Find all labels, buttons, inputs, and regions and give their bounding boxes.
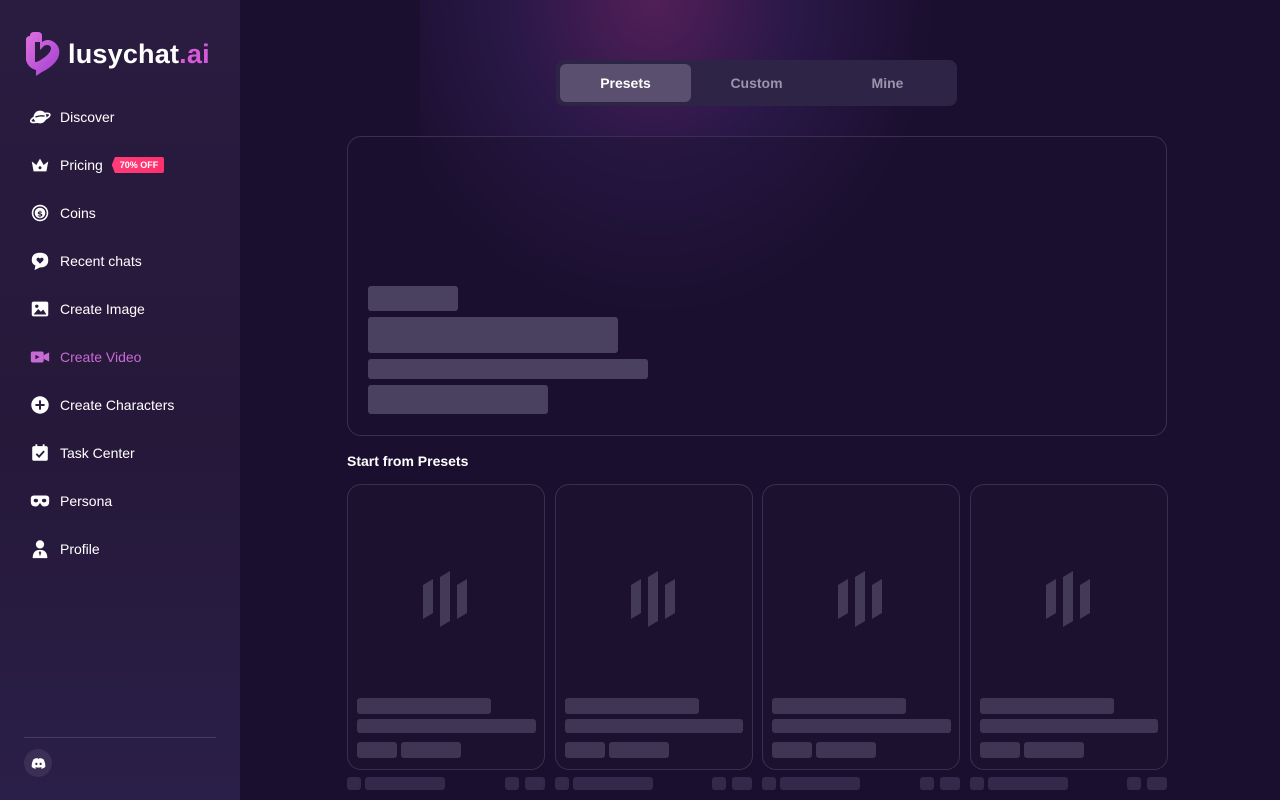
sidebar-item-recent-chats[interactable]: Recent chats <box>0 237 240 285</box>
sidebar-item-persona[interactable]: Persona <box>0 477 240 525</box>
skeleton-line <box>368 317 618 353</box>
skeleton-chip <box>565 742 605 758</box>
sidebar-item-create-video[interactable]: Create Video <box>0 333 240 381</box>
sidebar-item-discover[interactable]: Discover <box>0 93 240 141</box>
calendar-check-icon <box>28 441 52 465</box>
placeholder-logo-icon <box>631 571 675 627</box>
sidebar-item-label: Pricing <box>60 157 103 173</box>
skeleton-line <box>980 719 1158 733</box>
skeleton-chip <box>920 777 934 790</box>
skeleton-chip <box>970 777 984 790</box>
skeleton-chip <box>1024 742 1084 758</box>
sidebar: lusychat.ai Discover Pricing 70% OFF $ C… <box>0 0 240 800</box>
card-meta-skeleton <box>347 777 545 790</box>
skeleton-chip <box>816 742 876 758</box>
skeleton-chip <box>1127 777 1141 790</box>
sidebar-item-coins[interactable]: $ Coins <box>0 189 240 237</box>
main-content: Presets Custom Mine Start from Presets <box>240 0 1280 800</box>
skeleton-chip <box>609 742 669 758</box>
skeleton-chip <box>401 742 461 758</box>
skeleton-chip <box>762 777 776 790</box>
preset-card-skeleton[interactable] <box>555 484 753 770</box>
planet-icon <box>28 105 52 129</box>
tab-custom[interactable]: Custom <box>691 64 822 102</box>
discord-icon <box>31 757 45 769</box>
coin-icon: $ <box>28 201 52 225</box>
skeleton-line <box>780 777 860 790</box>
sidebar-item-label: Profile <box>60 541 100 557</box>
sidebar-item-label: Recent chats <box>60 253 142 269</box>
skeleton-chip <box>555 777 569 790</box>
card-meta-skeleton <box>555 777 753 790</box>
skeleton-line <box>980 698 1114 714</box>
sidebar-item-label: Discover <box>60 109 115 125</box>
skeleton-line <box>357 698 491 714</box>
skeleton-line <box>368 359 648 379</box>
svg-text:$: $ <box>37 209 43 219</box>
card-meta-skeleton <box>762 777 960 790</box>
skeleton-chip <box>347 777 361 790</box>
crown-icon <box>28 153 52 177</box>
logo[interactable]: lusychat.ai <box>24 32 210 76</box>
sidebar-item-create-image[interactable]: Create Image <box>0 285 240 333</box>
tab-mine[interactable]: Mine <box>822 64 953 102</box>
skeleton-chip <box>980 742 1020 758</box>
sidebar-item-label: Task Center <box>60 445 135 461</box>
logo-heart-icon <box>26 32 60 76</box>
image-icon <box>28 297 52 321</box>
sidebar-item-label: Create Video <box>60 349 142 365</box>
skeleton-line <box>357 719 536 733</box>
section-title: Start from Presets <box>347 453 469 469</box>
placeholder-logo-icon <box>1046 571 1090 627</box>
skeleton-line <box>565 719 743 733</box>
sidebar-item-profile[interactable]: Profile <box>0 525 240 573</box>
placeholder-logo-icon <box>838 571 882 627</box>
sidebar-item-label: Create Characters <box>60 397 175 413</box>
sidebar-divider <box>24 737 216 738</box>
hero-banner-skeleton <box>347 136 1167 436</box>
tab-bar: Presets Custom Mine <box>556 60 957 106</box>
discord-button[interactable] <box>24 749 52 777</box>
chat-heart-icon <box>28 249 52 273</box>
sidebar-item-task-center[interactable]: Task Center <box>0 429 240 477</box>
skeleton-chip <box>712 777 726 790</box>
skeleton-chip <box>357 742 397 758</box>
skeleton-line <box>573 777 653 790</box>
skeleton-line <box>368 385 548 414</box>
skeleton-chip <box>1147 777 1167 790</box>
preset-card-skeleton[interactable] <box>970 484 1168 770</box>
skeleton-chip <box>505 777 519 790</box>
skeleton-chip <box>772 742 812 758</box>
sidebar-nav: Discover Pricing 70% OFF $ Coins Recent … <box>0 93 240 573</box>
skeleton-chip <box>732 777 752 790</box>
skeleton-line <box>365 777 445 790</box>
preset-card-skeleton[interactable] <box>762 484 960 770</box>
tab-presets[interactable]: Presets <box>560 64 691 102</box>
sidebar-item-label: Persona <box>60 493 113 509</box>
user-icon <box>28 537 52 561</box>
skeleton-line <box>772 698 906 714</box>
preset-card-skeleton[interactable] <box>347 484 545 770</box>
sidebar-item-pricing[interactable]: Pricing 70% OFF <box>0 141 240 189</box>
skeleton-line <box>988 777 1068 790</box>
discount-badge: 70% OFF <box>111 157 165 173</box>
skeleton-line <box>368 286 458 311</box>
video-icon <box>28 345 52 369</box>
plus-circle-icon <box>28 393 52 417</box>
card-meta-skeleton <box>970 777 1168 790</box>
mask-icon <box>28 489 52 513</box>
sidebar-item-create-characters[interactable]: Create Characters <box>0 381 240 429</box>
logo-text: lusychat.ai <box>68 38 210 69</box>
sidebar-item-label: Create Image <box>60 301 145 317</box>
skeleton-chip <box>525 777 545 790</box>
skeleton-chip <box>940 777 960 790</box>
skeleton-line <box>772 719 951 733</box>
placeholder-logo-icon <box>423 571 467 627</box>
sidebar-item-label: Coins <box>60 205 96 221</box>
skeleton-line <box>565 698 699 714</box>
